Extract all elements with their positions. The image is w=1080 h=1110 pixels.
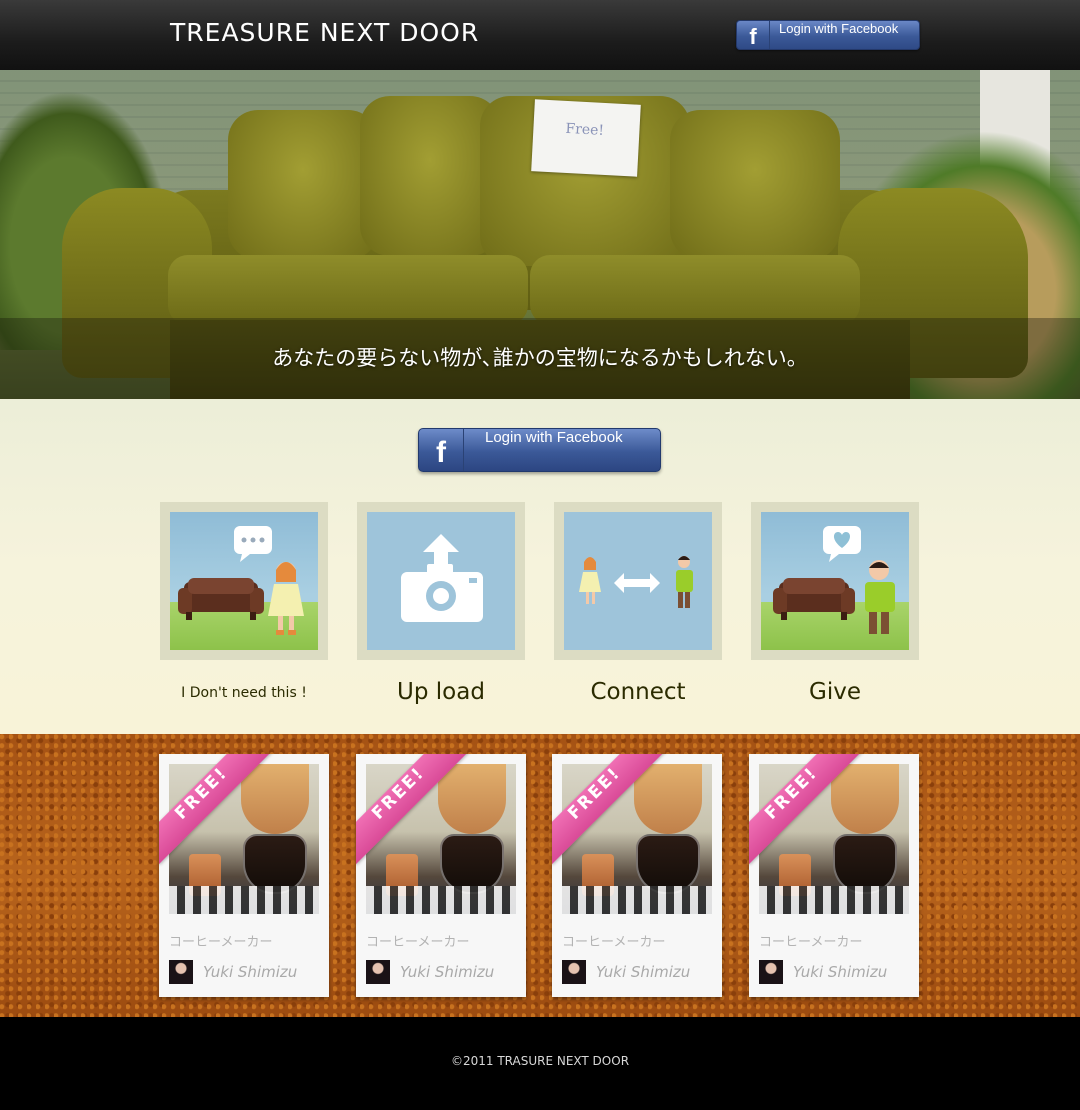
item-title[interactable]: コーヒーメーカー	[366, 931, 469, 950]
item-card[interactable]: FREE! コーヒーメーカー Yuki Shimizu	[552, 754, 722, 997]
avatar[interactable]	[562, 960, 586, 984]
step-upload	[357, 502, 525, 660]
facebook-icon: f	[737, 21, 770, 49]
step-dont-need	[160, 502, 328, 660]
avatar[interactable]	[366, 960, 390, 984]
item-title[interactable]: コーヒーメーカー	[759, 931, 862, 950]
page-footer: ©2011 TRASURE NEXT DOOR	[0, 1017, 1080, 1110]
hero-banner: Free! あなたの要らない物が､誰かの宝物になるかもしれない。	[0, 70, 1080, 399]
top-header: TREASURE NEXT DOOR f Login with Facebook	[0, 0, 1080, 70]
step-label-connect: Connect	[590, 679, 686, 705]
seat-cushion	[168, 255, 528, 325]
step-label-upload: Up load	[397, 679, 485, 705]
item-owner-name[interactable]: Yuki Shimizu	[596, 963, 690, 981]
item-owner-name[interactable]: Yuki Shimizu	[400, 963, 494, 981]
how-it-works-section: f Login with Facebook I Don't need this …	[0, 399, 1080, 734]
header-facebook-login-button[interactable]: f Login with Facebook	[736, 20, 920, 50]
step-label-give: Give	[809, 679, 861, 705]
item-photo[interactable]	[366, 764, 516, 914]
hero-tagline: あなたの要らない物が､誰かの宝物になるかもしれない。	[272, 346, 808, 370]
main-facebook-login-button[interactable]: f Login with Facebook	[418, 428, 661, 472]
header-login-label: Login with Facebook	[779, 21, 899, 36]
free-items-board: FREE! コーヒーメーカー Yuki Shimizu FREE! コーヒーメー…	[0, 734, 1080, 1017]
step-give	[751, 502, 919, 660]
seat-cushion	[530, 255, 860, 325]
step-label-dont-need: I Don't need this !	[181, 685, 307, 701]
item-card[interactable]: FREE! コーヒーメーカー Yuki Shimizu	[749, 754, 919, 997]
site-logo[interactable]: TREASURE NEXT DOOR	[170, 18, 479, 47]
sofa-pillow	[670, 110, 840, 260]
item-card[interactable]: FREE! コーヒーメーカー Yuki Shimizu	[159, 754, 329, 997]
avatar[interactable]	[169, 960, 193, 984]
connect-people-icon	[564, 512, 712, 650]
item-photo[interactable]	[759, 764, 909, 914]
give-heart-icon	[761, 512, 909, 650]
sofa-pillow	[360, 96, 500, 256]
copyright-text: ©2011 TRASURE NEXT DOOR	[450, 1054, 630, 1068]
step-connect	[554, 502, 722, 660]
camera-upload-icon	[367, 512, 515, 650]
item-owner-name[interactable]: Yuki Shimizu	[203, 963, 297, 981]
item-title[interactable]: コーヒーメーカー	[562, 931, 665, 950]
item-photo[interactable]	[562, 764, 712, 914]
sofa-girl-icon	[170, 512, 318, 650]
item-card[interactable]: FREE! コーヒーメーカー Yuki Shimizu	[356, 754, 526, 997]
item-owner-name[interactable]: Yuki Shimizu	[793, 963, 887, 981]
avatar[interactable]	[759, 960, 783, 984]
main-login-label: Login with Facebook	[485, 429, 623, 446]
facebook-icon: f	[419, 429, 464, 471]
item-title[interactable]: コーヒーメーカー	[169, 931, 272, 950]
sofa-pillow	[228, 110, 378, 260]
item-photo[interactable]	[169, 764, 319, 914]
free-note-text: Free!	[565, 120, 605, 139]
free-note: Free!	[531, 99, 641, 177]
